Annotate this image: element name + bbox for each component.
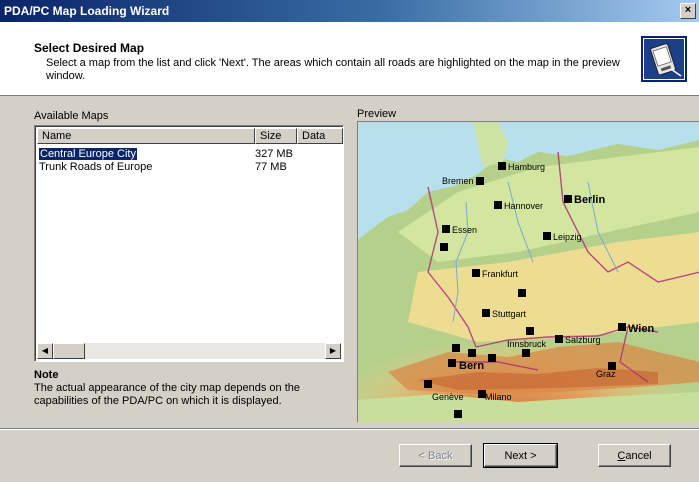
city-label: Wien xyxy=(628,323,654,335)
header-title: Select Desired Map xyxy=(34,41,145,55)
map-name: Central Europe City xyxy=(38,147,138,161)
map-size: 327 MB xyxy=(255,148,293,160)
city-label: Essen xyxy=(452,225,477,235)
map-name: Trunk Roads of Europe xyxy=(39,161,153,173)
scroll-thumb[interactable] xyxy=(53,343,85,359)
title-bar[interactable]: PDA/PC Map Loading Wizard × xyxy=(0,0,699,22)
column-size[interactable]: Size xyxy=(255,128,297,144)
map-size: 77 MB xyxy=(255,161,287,173)
list-header: Name Size Data xyxy=(37,128,343,144)
scroll-right-button[interactable]: ▶ xyxy=(325,343,341,359)
cancel-button[interactable]: Cancel xyxy=(598,444,671,467)
city-label: Milano xyxy=(485,392,512,402)
header-description: Select a map from the list and click 'Ne… xyxy=(46,57,620,82)
city-label: Genève xyxy=(432,392,464,402)
arrow-left-icon: ◀ xyxy=(41,346,49,355)
wizard-header: Select Desired Map Select a map from the… xyxy=(0,22,699,96)
horizontal-scrollbar[interactable]: ◀ ▶ xyxy=(37,343,341,359)
button-separator xyxy=(0,428,699,430)
maps-list[interactable]: Name Size Data Central Europe City 327 M… xyxy=(34,125,344,362)
column-name[interactable]: Name xyxy=(37,128,255,144)
close-button[interactable]: × xyxy=(680,3,696,19)
city-label: Graz xyxy=(596,369,616,379)
city-label: Leipzig xyxy=(553,232,582,242)
city-label: Bremen xyxy=(442,176,474,186)
back-button[interactable]: < Back xyxy=(399,444,472,467)
map-marker: Bremen xyxy=(442,176,484,186)
cancel-label: ancel xyxy=(625,450,652,462)
city-label: Stuttgart xyxy=(492,309,527,319)
preview-label: Preview xyxy=(357,108,397,120)
map-image: Hamburg Bremen Hannover Berlin Essen Lei… xyxy=(358,122,699,422)
city-label: Bern xyxy=(459,360,484,372)
city-label: Hamburg xyxy=(508,162,545,172)
next-button[interactable]: Next > xyxy=(483,443,558,468)
city-label: Innsbruck xyxy=(507,339,547,349)
scroll-left-button[interactable]: ◀ xyxy=(37,343,53,359)
pda-device-icon xyxy=(641,36,687,82)
list-item[interactable]: Trunk Roads of Europe 77 MB xyxy=(39,161,287,174)
city-label: Hannover xyxy=(504,201,543,211)
column-data[interactable]: Data xyxy=(297,128,343,144)
available-maps-label: Available Maps xyxy=(34,110,109,122)
city-label: Frankfurt xyxy=(482,269,519,279)
close-icon: × xyxy=(684,4,692,16)
list-item[interactable]: Central Europe City 327 MB xyxy=(38,147,293,161)
city-label: Berlin xyxy=(574,194,605,206)
note-title: Note xyxy=(34,369,59,381)
city-label: Salzburg xyxy=(565,335,601,345)
map-preview: Hamburg Bremen Hannover Berlin Essen Lei… xyxy=(357,121,699,422)
note-text: The actual appearance of the city map de… xyxy=(34,382,301,407)
arrow-right-icon: ▶ xyxy=(329,346,337,355)
window-title: PDA/PC Map Loading Wizard xyxy=(4,4,170,18)
